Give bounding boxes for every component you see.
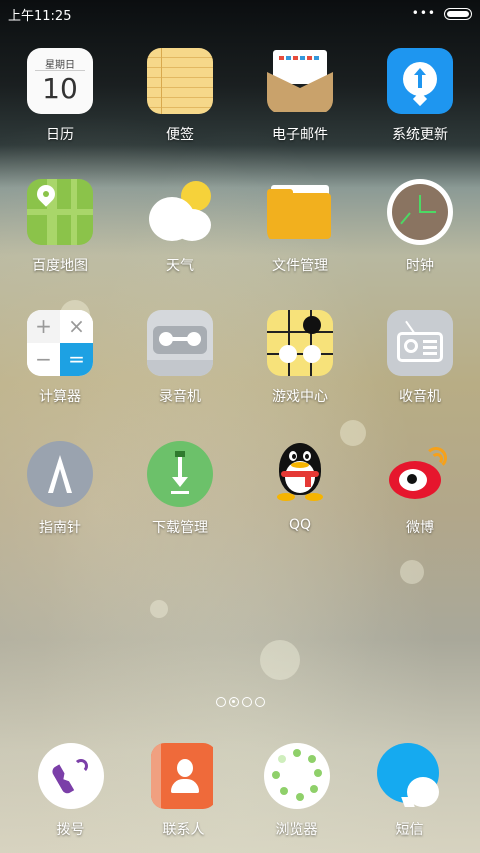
page-dot-active[interactable] <box>228 697 239 707</box>
app-weibo[interactable]: 微博 <box>360 441 480 572</box>
app-messages[interactable]: 短信 <box>353 743 466 839</box>
app-label: 系统更新 <box>392 127 448 143</box>
app-label: 天气 <box>166 258 194 274</box>
status-bar: 上午11:25 ••• <box>0 0 480 28</box>
status-time: 上午11:25 <box>8 9 72 24</box>
recorder-icon <box>147 310 213 376</box>
app-label: 便签 <box>166 127 194 143</box>
app-clock[interactable]: 时钟 <box>360 179 480 310</box>
weibo-icon <box>387 441 453 507</box>
app-weather[interactable]: 天气 <box>120 179 240 310</box>
download-icon <box>147 441 213 507</box>
app-system-update[interactable]: 系统更新 <box>360 48 480 179</box>
battery-icon <box>444 8 472 20</box>
app-label: 电子邮件 <box>272 127 328 143</box>
messages-icon <box>376 743 443 809</box>
calendar-icon: 星期日 10 <box>27 48 93 114</box>
app-label: QQ <box>288 517 312 533</box>
page-indicator[interactable] <box>0 697 480 707</box>
app-browser[interactable]: 浏览器 <box>240 743 353 839</box>
app-dialer[interactable]: 拨号 <box>14 743 127 839</box>
app-qq[interactable]: QQ <box>240 441 360 572</box>
compass-icon <box>27 441 93 507</box>
overflow-dots-icon: ••• <box>411 6 436 20</box>
app-radio[interactable]: 收音机 <box>360 310 480 441</box>
app-file-manager[interactable]: 文件管理 <box>240 179 360 310</box>
radio-icon <box>387 310 453 376</box>
app-game-center[interactable]: 游戏中心 <box>240 310 360 441</box>
game-center-icon <box>267 310 333 376</box>
app-label: 日历 <box>46 127 74 143</box>
app-label: 录音机 <box>159 389 201 405</box>
app-baidu-map[interactable]: 百度地图 <box>0 179 120 310</box>
app-label: 文件管理 <box>272 258 328 274</box>
app-label: 收音机 <box>399 389 441 405</box>
app-contacts[interactable]: 联系人 <box>127 743 240 839</box>
weather-icon <box>147 179 213 245</box>
app-recorder[interactable]: 录音机 <box>120 310 240 441</box>
app-email[interactable]: 电子邮件 <box>240 48 360 179</box>
app-label: 时钟 <box>406 258 434 274</box>
page-dot[interactable] <box>241 697 252 707</box>
qq-icon <box>267 441 333 507</box>
app-calendar[interactable]: 星期日 10 日历 <box>0 48 120 179</box>
app-notes[interactable]: 便签 <box>120 48 240 179</box>
app-label: 短信 <box>395 822 424 838</box>
dock: 拨号 联系人 浏览器 短信 <box>0 743 480 839</box>
app-label: 浏览器 <box>275 822 318 838</box>
app-label: 指南针 <box>39 520 81 536</box>
app-label: 微博 <box>406 520 434 536</box>
app-grid: 星期日 10 日历 便签 电子邮件 系统更新 百度地图 天气 文件管理 时钟 +… <box>0 48 480 572</box>
app-label: 百度地图 <box>32 258 88 274</box>
app-label: 拨号 <box>56 822 85 838</box>
app-label: 联系人 <box>162 822 205 838</box>
browser-icon <box>263 743 330 809</box>
app-label: 游戏中心 <box>272 389 328 405</box>
app-compass[interactable]: 指南针 <box>0 441 120 572</box>
clock-icon <box>387 179 453 245</box>
update-icon <box>387 48 453 114</box>
folder-icon <box>267 179 333 245</box>
contacts-icon <box>150 743 217 809</box>
app-label: 下载管理 <box>152 520 208 536</box>
calculator-icon: + × − = <box>27 310 93 376</box>
page-dot[interactable] <box>215 697 226 707</box>
notes-icon <box>147 48 213 114</box>
app-label: 计算器 <box>39 389 81 405</box>
app-calculator[interactable]: + × − = 计算器 <box>0 310 120 441</box>
email-icon <box>267 48 333 114</box>
page-dot[interactable] <box>254 697 265 707</box>
phone-icon <box>37 743 104 809</box>
map-icon <box>27 179 93 245</box>
app-download-manager[interactable]: 下载管理 <box>120 441 240 572</box>
